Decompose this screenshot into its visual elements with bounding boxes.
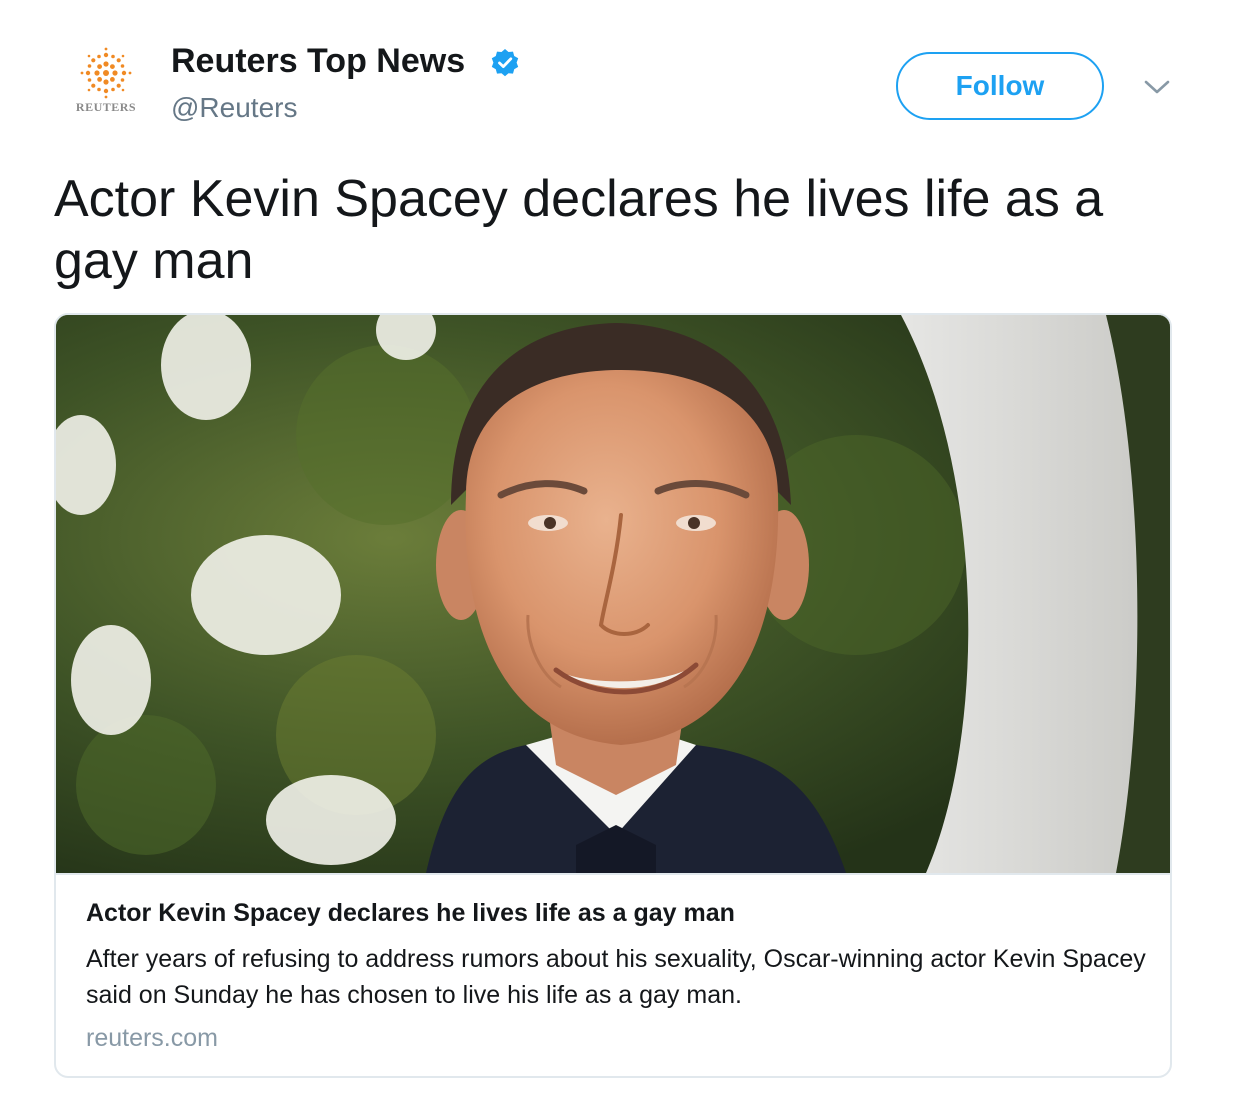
tweet-header: REUTERS Reuters Top News @Reuters Follow [0, 0, 1248, 150]
display-name[interactable]: Reuters Top News [171, 42, 465, 81]
user-handle[interactable]: @Reuters [171, 92, 297, 124]
card-divider [56, 873, 1170, 875]
card-domain[interactable]: reuters.com [86, 1024, 218, 1053]
chevron-down-icon[interactable] [1142, 76, 1172, 98]
verified-badge-icon [491, 49, 519, 77]
tweet-text: Actor Kevin Spacey declares he lives lif… [54, 170, 1104, 290]
link-card[interactable]: Actor Kevin Spacey declares he lives lif… [54, 313, 1172, 1078]
follow-button[interactable]: Follow [896, 52, 1104, 120]
card-description: After years of refusing to address rumor… [86, 945, 1146, 1009]
avatar[interactable]: REUTERS [66, 46, 146, 124]
card-title[interactable]: Actor Kevin Spacey declares he lives lif… [86, 899, 735, 928]
avatar-label: REUTERS [75, 100, 137, 114]
card-image[interactable] [56, 315, 1170, 873]
reuters-logo-icon [80, 47, 132, 99]
